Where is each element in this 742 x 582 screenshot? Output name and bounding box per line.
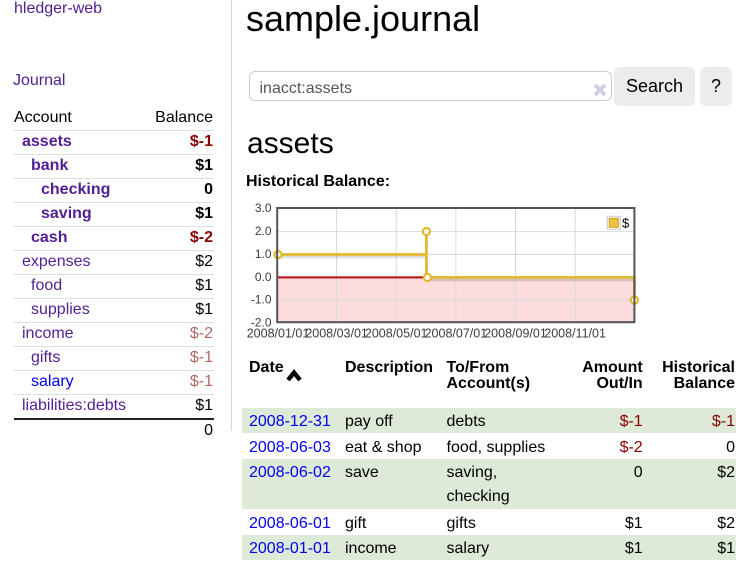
svg-text:1.0: 1.0 <box>255 247 272 261</box>
svg-text:-1.0: -1.0 <box>251 293 272 307</box>
svg-text:3.0: 3.0 <box>255 201 272 215</box>
svg-text:0.0: 0.0 <box>255 270 272 284</box>
svg-text:$: $ <box>622 216 630 231</box>
svg-text:2008/11/01: 2008/11/01 <box>544 326 606 340</box>
svg-text:2008/01/01: 2008/01/01 <box>247 326 310 340</box>
svg-text:2008/09/01: 2008/09/01 <box>484 326 547 340</box>
svg-text:2008/05/01: 2008/05/01 <box>365 326 428 340</box>
svg-text:2008/03/01: 2008/03/01 <box>305 326 368 340</box>
svg-text:2008/07/01: 2008/07/01 <box>425 326 488 340</box>
svg-text:2.0: 2.0 <box>255 224 272 238</box>
